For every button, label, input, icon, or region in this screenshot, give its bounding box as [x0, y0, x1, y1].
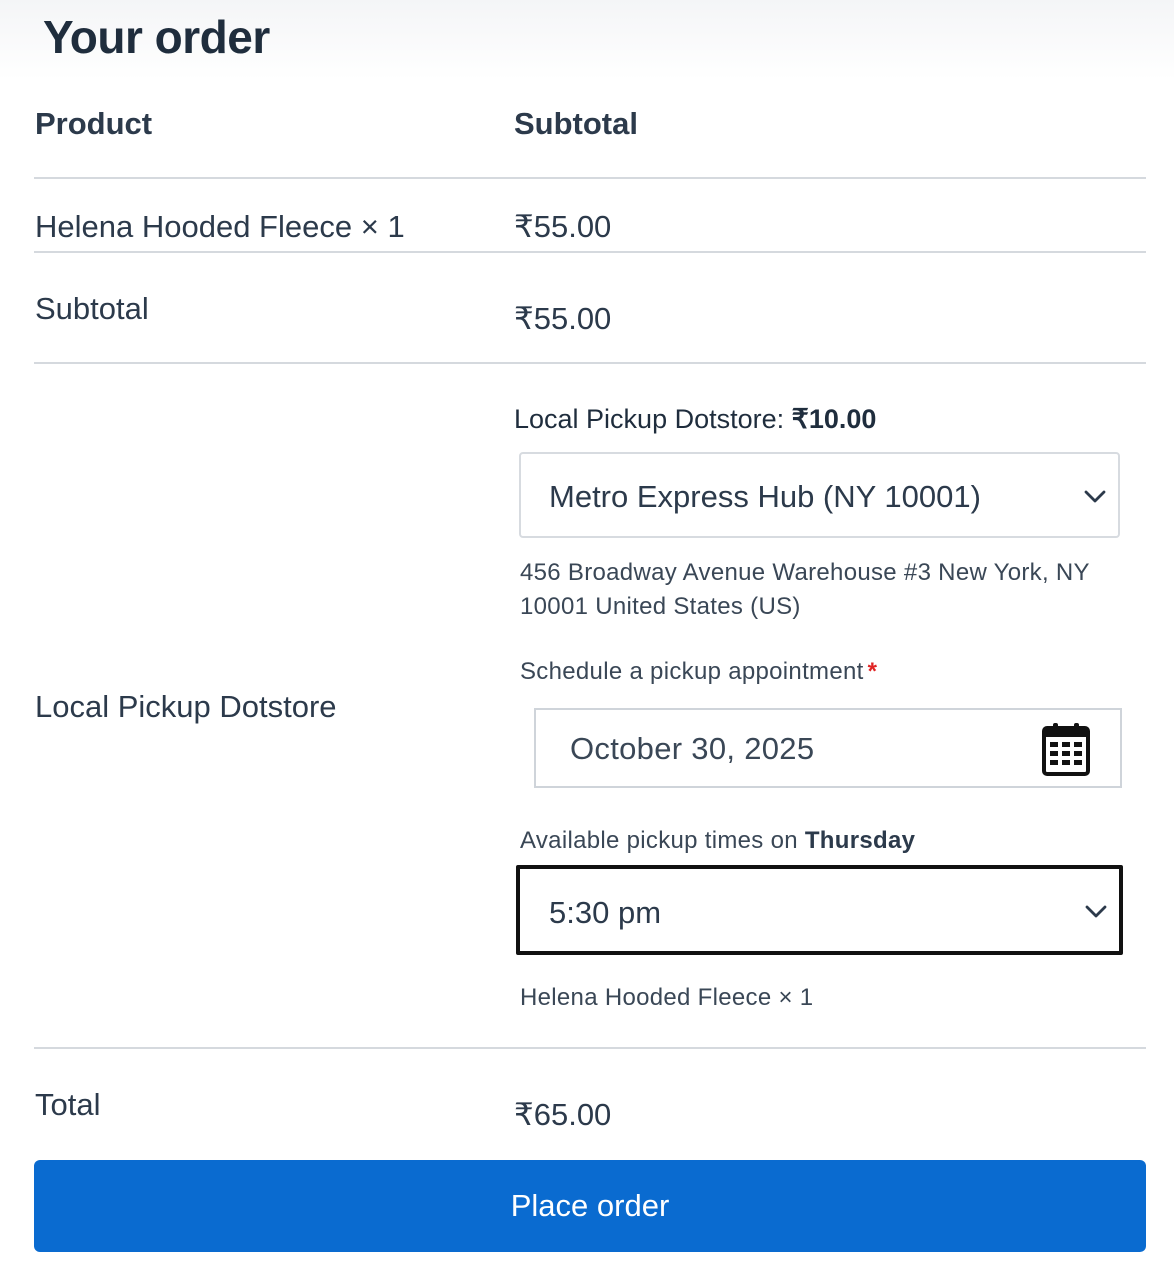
subtotal-label: Subtotal — [35, 291, 149, 326]
column-header-subtotal: Subtotal — [514, 106, 638, 141]
order-item-name: Helena Hooded Fleece × 1 — [35, 209, 405, 245]
schedule-label: Schedule a pickup appointment * — [520, 658, 877, 686]
shipping-label: Local Pickup Dotstore — [35, 689, 337, 724]
pickup-time-select[interactable]: 5:30 pm — [516, 865, 1123, 955]
divider — [34, 1047, 1146, 1049]
shipping-method-price: ₹10.00 — [791, 404, 877, 434]
pickup-item-note: Helena Hooded Fleece × 1 — [520, 984, 814, 1011]
item-name: Helena Hooded Fleece — [35, 209, 353, 244]
subtotal-value: ₹55.00 — [514, 301, 612, 336]
shipping-method-label: Local Pickup Dotstore: — [514, 404, 785, 434]
pickup-times-text: Available pickup times on — [520, 827, 798, 854]
calendar-icon[interactable] — [1041, 722, 1091, 776]
chevron-down-icon — [1084, 490, 1106, 503]
column-header-product: Product — [35, 106, 153, 141]
divider — [34, 177, 1146, 179]
pickup-date-value: October 30, 2025 — [570, 731, 815, 766]
page-title: Your order — [43, 11, 270, 63]
place-order-button[interactable]: Place order — [34, 1160, 1146, 1252]
pickup-address: 456 Broadway Avenue Warehouse #3 New Yor… — [520, 559, 1090, 620]
pickup-time-value: 5:30 pm — [549, 895, 662, 930]
total-value: ₹65.00 — [514, 1097, 612, 1132]
shipping-method: Local Pickup Dotstore: ₹10.00 — [514, 404, 876, 435]
pickup-times-label: Available pickup times on Thursday — [520, 827, 915, 855]
pickup-day: Thursday — [804, 827, 916, 854]
item-quantity: × 1 — [360, 209, 405, 244]
chevron-down-icon — [1085, 905, 1107, 918]
order-item-price: ₹55.00 — [514, 209, 612, 244]
divider — [34, 251, 1146, 253]
pickup-location-value: Metro Express Hub (NY 10001) — [549, 479, 981, 514]
total-label: Total — [35, 1087, 101, 1122]
pickup-location-select[interactable]: Metro Express Hub (NY 10001) — [519, 452, 1120, 538]
divider — [34, 362, 1146, 364]
required-marker: * — [867, 658, 878, 685]
schedule-label-text: Schedule a pickup appointment — [520, 658, 864, 685]
pickup-date-field[interactable]: October 30, 2025 — [534, 708, 1122, 788]
